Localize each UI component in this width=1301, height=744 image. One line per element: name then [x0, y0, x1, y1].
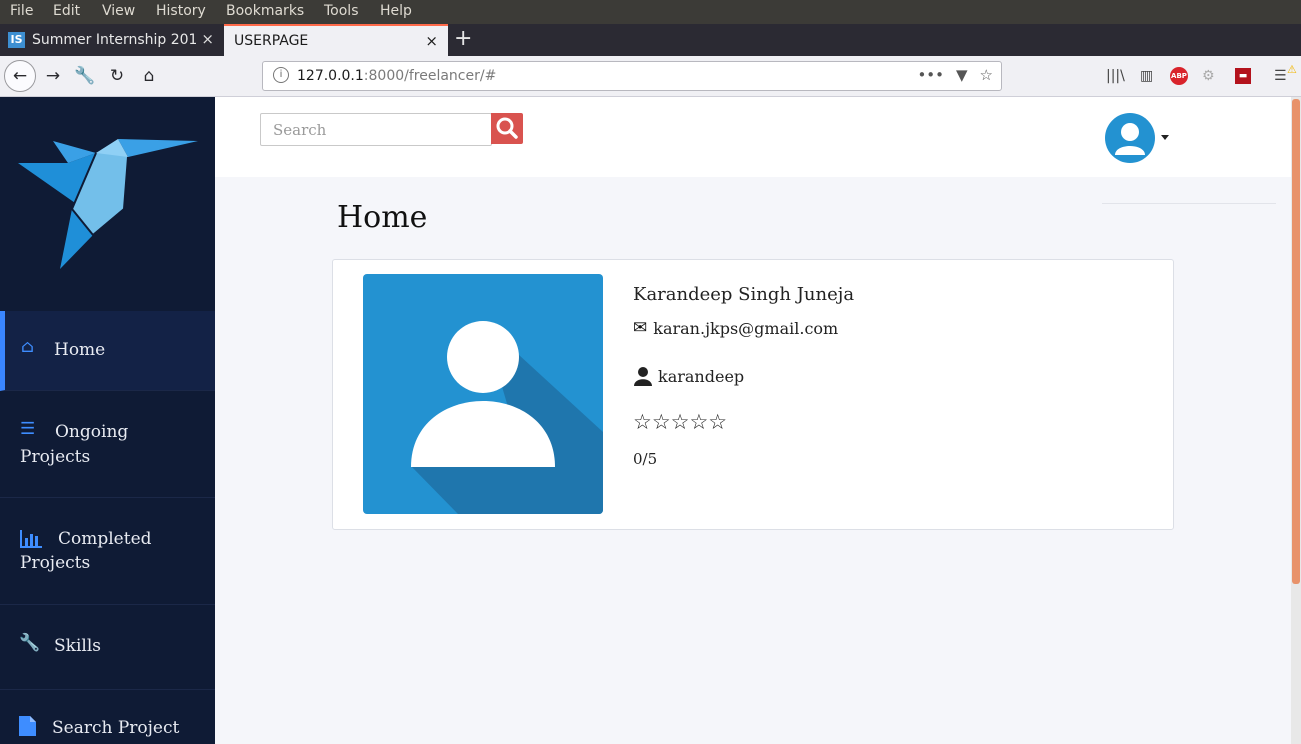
profile-avatar-icon: [363, 274, 603, 514]
home-icon: ⌂: [21, 337, 34, 357]
profile-picture: [363, 274, 603, 514]
sidebar-item-label: Completed: [58, 529, 152, 549]
bar-chart-icon: [20, 530, 42, 548]
tab-close-icon[interactable]: ×: [425, 32, 438, 50]
library-icon[interactable]: |||\: [1106, 68, 1125, 84]
freelancer-bird-logo: [18, 139, 198, 269]
tab-bar: IS Summer Internship 2018 × USERPAGE × +: [0, 24, 1301, 56]
url-path: :8000/freelancer/#: [363, 68, 497, 84]
forward-button[interactable]: →: [38, 61, 68, 91]
menu-bar: File Edit View History Bookmarks Tools H…: [0, 0, 1301, 24]
search-button[interactable]: [491, 113, 523, 144]
back-button[interactable]: ←: [4, 60, 36, 92]
search-icon: [496, 117, 518, 139]
pocket-icon[interactable]: ▼: [956, 66, 968, 84]
reload-button[interactable]: ↻: [102, 61, 132, 91]
profile-email-row: ✉ karan.jkps@gmail.com: [633, 318, 838, 338]
url-text[interactable]: 127.0.0.1:8000/freelancer/#: [297, 68, 496, 84]
adblock-plus-icon[interactable]: ABP: [1170, 67, 1188, 85]
url-host: 127.0.0.1: [297, 68, 364, 84]
divider: [1102, 203, 1276, 204]
home-button[interactable]: ⌂: [134, 61, 164, 91]
wrench-icon: 🔧: [19, 633, 41, 653]
tab-title: Summer Internship 2018: [32, 32, 196, 48]
extension-red-icon[interactable]: ▬: [1235, 68, 1251, 84]
profile-name: Karandeep Singh Juneja: [633, 284, 855, 305]
sidebar-item-label: Home: [54, 340, 106, 360]
new-tab-icon[interactable]: +: [454, 26, 472, 51]
bookmark-star-icon[interactable]: ☆: [980, 66, 993, 84]
search-input[interactable]: [260, 113, 492, 146]
menu-file[interactable]: File: [10, 3, 33, 19]
open-menu-icon[interactable]: ☰: [1274, 68, 1287, 84]
envelope-icon: ✉: [633, 318, 648, 338]
sidebar-item-home[interactable]: ⌂ Home: [0, 311, 215, 391]
rating-text: 0/5: [633, 450, 658, 468]
url-actions: ••• ▼ ☆: [917, 66, 993, 84]
tab-favicon-icon: IS: [8, 32, 25, 48]
page-scrollbar[interactable]: [1291, 97, 1301, 744]
profile-username: karandeep: [658, 366, 745, 386]
top-bar: [215, 97, 1291, 177]
server-icon: ☰: [20, 419, 36, 439]
menu-history[interactable]: History: [156, 3, 206, 19]
tab-userpage[interactable]: USERPAGE ×: [224, 24, 448, 56]
sidebar-item-skills[interactable]: 🔧 Skills: [0, 605, 215, 690]
profile-card: Karandeep Singh Juneja ✉ karan.jkps@gmai…: [332, 259, 1174, 530]
menu-tools[interactable]: Tools: [324, 3, 359, 19]
sidebar-item-label: Search Project: [52, 718, 180, 738]
file-icon: [19, 716, 36, 736]
site-info-icon[interactable]: i: [273, 67, 289, 83]
sidebar-item-completed-projects[interactable]: Completed Projects: [0, 498, 215, 605]
profile-email: karan.jkps@gmail.com: [653, 318, 839, 338]
user-avatar[interactable]: [1105, 113, 1155, 163]
extension-gear-icon[interactable]: ⚙: [1202, 68, 1215, 84]
menu-view[interactable]: View: [102, 3, 135, 19]
sidebar-item-label: Projects: [20, 447, 91, 467]
rating-stars: ☆☆☆☆☆: [633, 410, 728, 434]
warning-icon: ⚠: [1287, 63, 1297, 76]
navigation-toolbar: ← → 🔧 ↻ ⌂ i 127.0.0.1:8000/freelancer/# …: [0, 56, 1301, 97]
page-actions-icon[interactable]: •••: [917, 66, 944, 84]
customize-wrench-icon[interactable]: 🔧: [70, 61, 100, 91]
user-icon: [1115, 123, 1145, 155]
sidebar-item-label: Projects: [20, 553, 91, 573]
tab-close-icon[interactable]: ×: [201, 30, 214, 48]
sidebar-item-label: Ongoing: [55, 422, 129, 442]
chevron-down-icon[interactable]: [1161, 135, 1169, 140]
web-page: ⌂ Home ☰ Ongoing Projects Completed Proj…: [0, 97, 1301, 744]
page-title: Home: [337, 200, 428, 235]
address-bar[interactable]: i 127.0.0.1:8000/freelancer/# ••• ▼ ☆: [262, 61, 1002, 91]
menu-edit[interactable]: Edit: [53, 3, 80, 19]
menu-bookmarks[interactable]: Bookmarks: [226, 3, 304, 19]
user-icon: [634, 367, 652, 386]
sidebar: ⌂ Home ☰ Ongoing Projects Completed Proj…: [0, 97, 215, 744]
menu-help[interactable]: Help: [380, 3, 412, 19]
sidebar-toggle-icon[interactable]: ▥: [1140, 68, 1153, 84]
sidebar-item-label: Skills: [54, 636, 101, 656]
sidebar-item-search-project[interactable]: Search Project: [0, 690, 215, 744]
scrollbar-thumb[interactable]: [1292, 99, 1300, 584]
tab-title: USERPAGE: [234, 33, 309, 49]
profile-username-row: karandeep: [633, 366, 744, 386]
sidebar-item-ongoing-projects[interactable]: ☰ Ongoing Projects: [0, 391, 215, 498]
tab-summer-internship[interactable]: IS Summer Internship 2018 ×: [0, 24, 222, 56]
